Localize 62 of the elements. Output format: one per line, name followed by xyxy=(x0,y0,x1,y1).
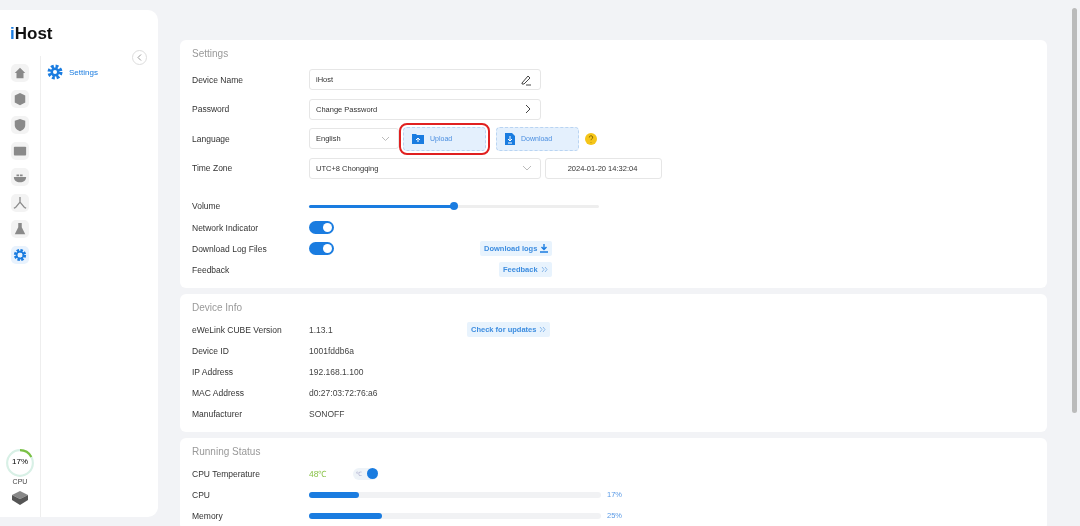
field-label: Language xyxy=(192,133,231,144)
info-label: IP Address xyxy=(192,366,234,377)
info-label: MAC Address xyxy=(192,387,245,398)
info-label: eWeLink CUBE Version xyxy=(192,324,283,335)
chevron-left-icon xyxy=(137,54,142,61)
settings-icon xyxy=(13,248,27,262)
field-label: Download Log Files xyxy=(192,243,268,254)
cpu-gauge-value: 17% xyxy=(12,457,28,468)
field-label: Time Zone xyxy=(192,163,234,174)
folder-icon xyxy=(412,133,424,145)
nodes-icon xyxy=(13,196,27,210)
settings-menu-item[interactable]: Settings xyxy=(47,64,98,80)
double-chevron-icon xyxy=(539,326,547,333)
toggle-switch[interactable] xyxy=(309,221,334,234)
help-icon[interactable] xyxy=(585,132,597,145)
cpu-gauge xyxy=(5,448,35,478)
slider-thumb[interactable] xyxy=(450,202,458,210)
download-icon xyxy=(540,244,549,253)
panel-icon xyxy=(13,144,27,158)
nav-button[interactable] xyxy=(11,116,29,134)
info-value: 1.13.1 xyxy=(309,324,334,335)
nav-button[interactable] xyxy=(11,90,29,108)
section-title: Settings xyxy=(192,48,230,59)
temperature-value: 48℃ xyxy=(309,468,328,479)
scrollbar[interactable] xyxy=(1072,8,1077,413)
info-value: 192.168.1.100 xyxy=(309,366,365,377)
nav-button[interactable] xyxy=(11,168,29,186)
field-label: Feedback xyxy=(192,264,231,275)
info-label: CPU Temperature xyxy=(192,468,261,479)
info-value: d0:27:03:72:76:a6 xyxy=(309,387,379,398)
toggle-switch[interactable] xyxy=(309,242,334,255)
nav-button[interactable] xyxy=(11,142,29,160)
settings-icon xyxy=(47,64,63,80)
nav-button[interactable] xyxy=(11,220,29,238)
section-title: Running Status xyxy=(192,446,262,457)
info-label: Manufacturer xyxy=(192,408,244,419)
chevron-down-icon xyxy=(381,135,390,142)
shield-icon xyxy=(13,118,27,132)
section-title: Device Info xyxy=(192,302,244,313)
double-chevron-icon xyxy=(540,266,548,273)
nav-button[interactable] xyxy=(11,246,29,264)
home-icon xyxy=(13,66,27,80)
file-download-icon xyxy=(505,132,515,145)
info-value: SONOFF xyxy=(309,408,346,419)
info-label: Device ID xyxy=(192,345,230,356)
info-label: CPU xyxy=(192,489,211,500)
cube-icon xyxy=(13,92,27,106)
chevron-right-icon xyxy=(524,104,532,115)
flask-icon xyxy=(13,222,27,236)
nav-button[interactable] xyxy=(11,64,29,82)
chip-icon xyxy=(12,491,28,505)
ihost-logo: iHost xyxy=(9,23,54,45)
field-label: Device Name xyxy=(192,74,245,85)
volume-slider[interactable] xyxy=(309,204,599,208)
chevron-down-icon xyxy=(522,165,532,172)
field-label: Volume xyxy=(192,201,222,211)
edit-icon xyxy=(520,73,532,86)
nav-button[interactable] xyxy=(11,194,29,212)
info-value: 1001fddb6a xyxy=(309,345,355,356)
info-label: Memory xyxy=(192,510,224,521)
field-label: Password xyxy=(192,104,231,115)
field-label: Network Indicator xyxy=(192,222,260,233)
